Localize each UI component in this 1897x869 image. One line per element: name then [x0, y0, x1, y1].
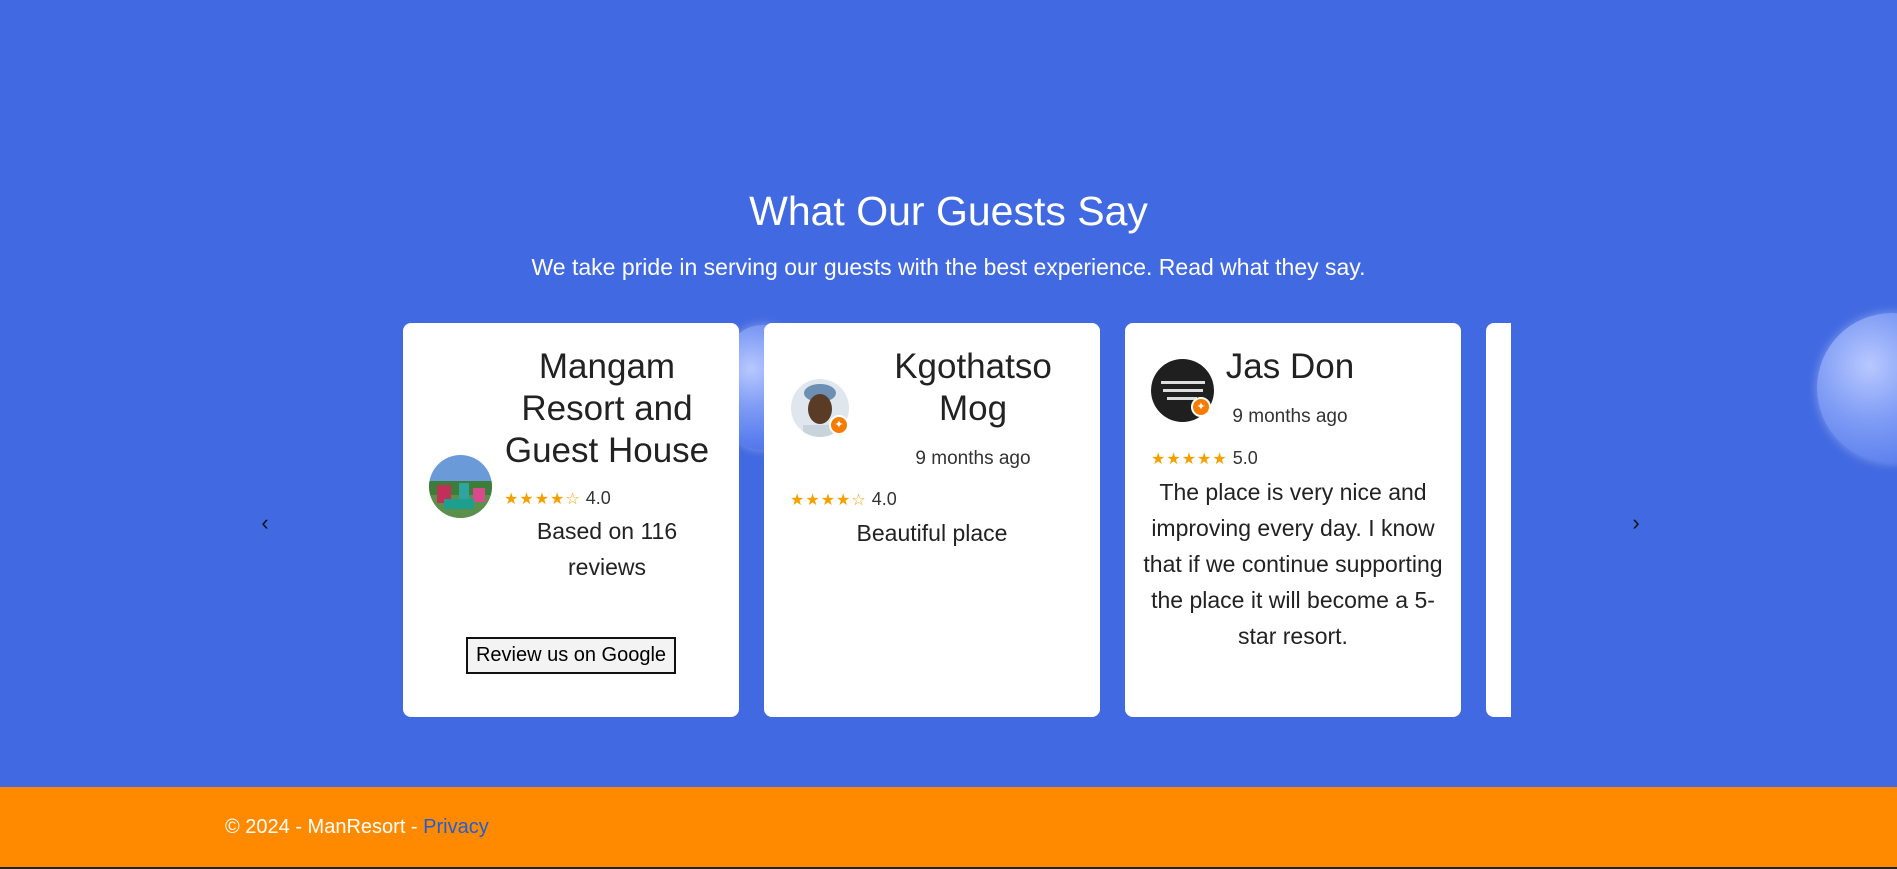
review-time: 9 months ago [1232, 406, 1348, 427]
review-rating-value: 4.0 [871, 489, 897, 509]
resort-photo-icon [429, 455, 492, 518]
star-rating-icon: ★★★★☆ [504, 491, 581, 508]
section-title: What Our Guests Say [749, 188, 1148, 234]
footer-text: © 2024 - ManResort - Privacy [225, 816, 489, 839]
resort-name: Mangam Resort and Guest House [504, 347, 710, 470]
review-count: Based on 116 reviews [536, 518, 678, 580]
summary-rating: ★★★★☆ 4.0 [504, 488, 611, 509]
carousel-viewport: Mangam Resort and Guest House ★★★★☆ 4.0 … [403, 323, 1511, 717]
copyright-text: © 2024 - ManResort - [225, 816, 424, 838]
review-rating: ★★★★☆ 4.0 [790, 489, 897, 510]
review-time: 9 months ago [915, 448, 1031, 469]
section-subtitle: We take pride in serving our guests with… [531, 254, 1366, 280]
resort-avatar [429, 455, 492, 518]
reviewer-name: Jas Don [1225, 347, 1355, 386]
carousel-prev-button[interactable]: ‹ [250, 508, 280, 538]
review-on-google-button[interactable]: Review us on Google [466, 637, 676, 674]
summary-rating-value: 4.0 [585, 488, 611, 508]
summary-card: Mangam Resort and Guest House ★★★★☆ 4.0 … [403, 323, 739, 717]
star-rating-icon: ★★★★☆ [790, 492, 867, 509]
reviewer-name: Kgothatso Mog [894, 347, 1052, 428]
review-card: ✦ Jas Don 9 months ago ★★★★★ 5.0 The pla… [1125, 323, 1461, 717]
review-text: The place is very nice and improving eve… [1143, 479, 1443, 649]
review-text: Beautiful place [856, 520, 1008, 546]
star-rating-icon: ★★★★★ [1151, 451, 1228, 468]
review-card [1486, 323, 1511, 717]
google-badge-icon: ✦ [829, 415, 849, 435]
review-rating-value: 5.0 [1232, 448, 1258, 468]
review-card: ✦ Kgothatso Mog 9 months ago ★★★★☆ 4.0 B… [764, 323, 1100, 717]
carousel-next-button[interactable]: › [1621, 508, 1651, 538]
review-rating: ★★★★★ 5.0 [1151, 448, 1258, 469]
privacy-link[interactable]: Privacy [423, 816, 489, 838]
testimonials-section: What Our Guests Say We take pride in ser… [0, 0, 1897, 787]
decorative-bubble [1817, 313, 1897, 463]
google-badge-icon: ✦ [1191, 397, 1211, 417]
